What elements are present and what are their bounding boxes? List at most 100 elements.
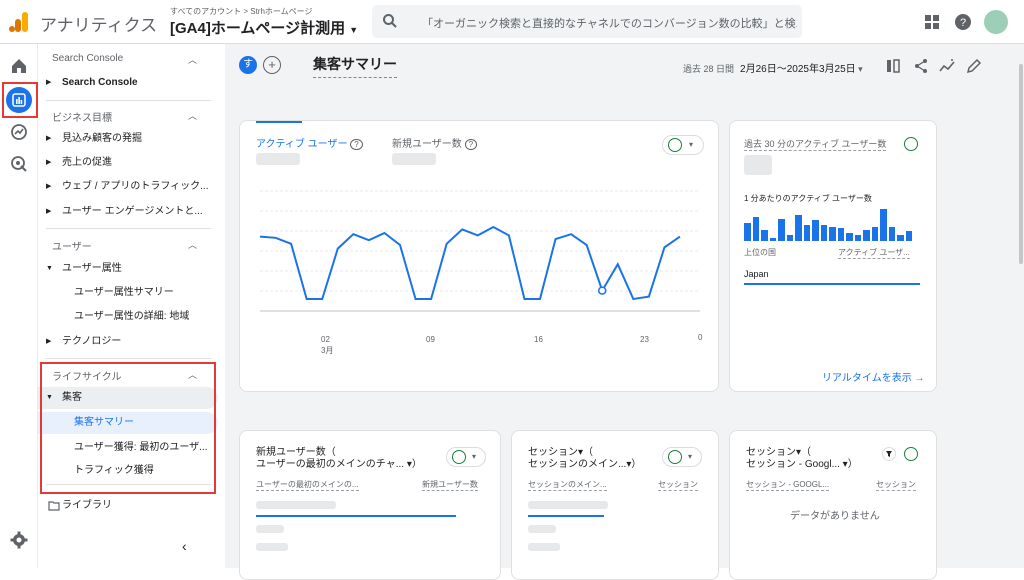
comparison-chip[interactable]: す — [239, 56, 257, 74]
tab-new-users[interactable]: 新規ユーザー数 ? — [392, 135, 477, 150]
col-header[interactable]: セッション — [876, 479, 916, 491]
property-selector[interactable]: [GA4]ホームページ計測用 ▼ — [170, 17, 358, 38]
nav-item-business-4[interactable]: ▶ユーザー エンゲージメントと... — [38, 201, 218, 223]
nav-item-business-1[interactable]: ▶見込み顧客の発掘 — [38, 128, 218, 150]
metric-value-blurred — [744, 155, 772, 175]
add-comparison-button[interactable]: + — [263, 56, 281, 74]
search-bar[interactable]: 「オーガニック検索と直接的なチャネルでのコンバージョン数の比較」と検... — [372, 5, 802, 38]
col-header[interactable]: ユーザーの最初のメインの... — [256, 479, 359, 491]
tab-active-users[interactable]: アクティブ ユーザー ? — [256, 135, 363, 150]
collapse-nav-icon[interactable]: ‹ — [182, 538, 187, 554]
left-rail — [0, 44, 38, 568]
chevron-down-icon: ▾ — [689, 140, 693, 149]
nav-item-library[interactable]: ライブラリ — [38, 495, 218, 517]
country-bar — [744, 283, 920, 285]
nav-item-user-attr-detail[interactable]: ユーザー属性の詳細: 地域 — [38, 306, 218, 328]
nav-item-label: テクノロジー — [62, 336, 121, 347]
sessions-google-card: セッション▾（ セッション - Googl... ▾） セッション - GOOG… — [729, 430, 937, 580]
comparison-status-button[interactable]: ▾ — [662, 135, 704, 155]
chevron-down-icon: ▾ — [688, 452, 692, 461]
comparison-status-button[interactable]: ▾ — [446, 447, 486, 467]
card-subtitle-dropdown[interactable]: ユーザーの最初のメインのチャ... ▾） — [256, 459, 422, 471]
advertising-icon[interactable] — [9, 154, 29, 174]
minute-bar — [855, 235, 862, 241]
analytics-logo-icon[interactable] — [8, 11, 30, 33]
main-content: す + 集客サマリー 過去 28 日間2月26日～2025年3月25日 ▾ アク… — [225, 44, 1018, 568]
row-bar — [256, 515, 456, 517]
page-scrollbar[interactable] — [1018, 44, 1024, 568]
col-header[interactable]: セッション - GOOGL... — [746, 479, 829, 491]
nav-item-business-3[interactable]: ▶ウェブ / アプリのトラフィック... — [38, 176, 218, 198]
card-subtitle-dropdown[interactable]: セッション - Googl... ▾） — [746, 459, 858, 471]
help-icon[interactable]: ? — [954, 13, 972, 31]
chevron-up-icon[interactable]: ︿ — [188, 109, 197, 122]
settings-gear-icon[interactable] — [9, 530, 29, 550]
nav-item-user-attr[interactable]: ▼ユーザー属性 — [38, 258, 218, 280]
tab-label: 新規ユーザー数 — [392, 139, 462, 150]
search-icon — [382, 13, 398, 29]
nav-section-user[interactable]: ユーザー — [52, 238, 92, 253]
per-minute-label: 1 分あたりのアクティブ ユーザー数 — [744, 193, 872, 204]
minute-bar — [846, 233, 853, 241]
x-tick-label: 23 — [640, 335, 649, 344]
card-title[interactable]: セッション▾（ — [528, 447, 593, 459]
check-circle-icon — [668, 450, 682, 464]
chevron-up-icon[interactable]: ︿ — [188, 238, 197, 251]
view-realtime-link[interactable]: リアルタイムを表示 → — [822, 369, 924, 384]
nav-item-label: Search Console — [62, 77, 138, 88]
date-range: 2月26日～2025年3月25日 — [740, 64, 856, 75]
scrollbar-thumb[interactable] — [1019, 64, 1023, 264]
check-circle-icon[interactable] — [904, 447, 918, 461]
chevron-up-icon[interactable]: ︿ — [188, 53, 197, 66]
col-active-users: アクティブ ユーザ... — [838, 247, 910, 259]
apps-grid-icon[interactable] — [923, 13, 941, 31]
minute-bar — [778, 219, 785, 241]
highlight-box-lifecycle — [40, 362, 216, 494]
card-title[interactable]: セッション▾（ — [746, 447, 811, 459]
explore-icon[interactable] — [9, 122, 29, 142]
check-circle-icon[interactable] — [904, 137, 918, 151]
divider — [46, 358, 211, 359]
help-icon[interactable]: ? — [350, 139, 362, 150]
x-tick-label: 09 — [426, 335, 435, 344]
nav-section-business[interactable]: ビジネス目標 — [52, 109, 112, 124]
comparison-status-button[interactable]: ▾ — [662, 447, 702, 467]
date-range-selector[interactable]: 過去 28 日間2月26日～2025年3月25日 ▾ — [683, 60, 863, 75]
col-header[interactable]: 新規ユーザー数 — [422, 479, 478, 491]
minute-bar — [872, 227, 879, 241]
edit-pencil-icon[interactable] — [966, 58, 982, 74]
minute-bar — [787, 235, 794, 241]
col-header[interactable]: セッションのメイン... — [528, 479, 607, 491]
customize-report-icon[interactable] — [885, 58, 901, 74]
avatar[interactable] — [984, 10, 1008, 34]
breadcrumb[interactable]: すべてのアカウント > Strhホームページ — [170, 6, 313, 17]
nav-item-search-console[interactable]: ▶ Search Console — [38, 72, 218, 94]
series-line — [260, 227, 680, 299]
nav-item-business-2[interactable]: ▶売上の促進 — [38, 152, 218, 174]
share-icon[interactable] — [913, 58, 929, 74]
caret-right-icon: ▶ — [46, 201, 51, 223]
svg-text:?: ? — [960, 17, 966, 29]
x-tick-label: 02 — [321, 335, 330, 344]
highlight-box-reports — [2, 82, 38, 118]
country-row: Japan — [744, 269, 769, 279]
home-icon[interactable] — [9, 56, 29, 76]
check-circle-icon — [452, 450, 466, 464]
insights-icon[interactable] — [939, 58, 955, 74]
caret-right-icon: ▶ — [46, 72, 51, 94]
row-label-blurred — [256, 543, 288, 551]
page-title: 集客サマリー — [313, 54, 397, 78]
help-icon[interactable]: ? — [465, 139, 477, 150]
nav-section-search-console[interactable]: Search Console — [52, 53, 123, 64]
minute-bar — [906, 231, 913, 241]
filter-icon[interactable] — [882, 447, 896, 461]
nav-item-technology[interactable]: ▶テクノロジー — [38, 331, 218, 353]
card-subtitle-dropdown[interactable]: セッションのメイン...▾） — [528, 459, 641, 471]
nav-item-user-attr-summary[interactable]: ユーザー属性サマリー — [38, 282, 218, 304]
metric-value-blurred — [256, 153, 300, 165]
y-zero-label: 0 — [698, 333, 702, 342]
sessions-by-channel-card: セッション▾（ セッションのメイン...▾） ▾ セッションのメイン... セッ… — [511, 430, 719, 580]
minute-bar — [829, 227, 836, 241]
search-input[interactable]: 「オーガニック検索と直接的なチャネルでのコンバージョン数の比較」と検... — [422, 15, 797, 31]
col-header[interactable]: セッション — [658, 479, 698, 491]
